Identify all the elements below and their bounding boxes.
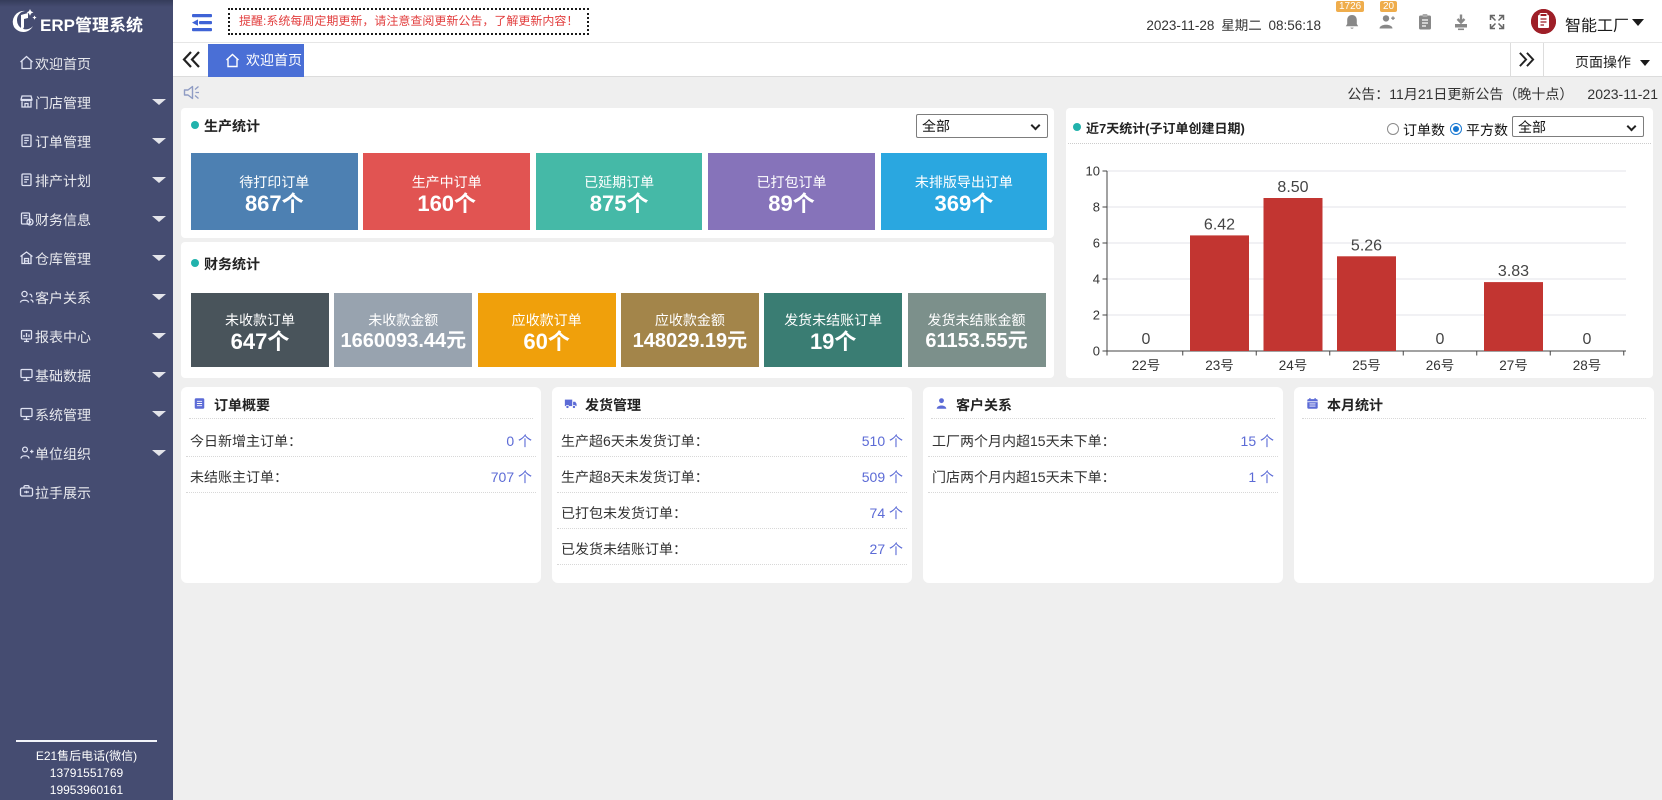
svg-text:2: 2	[1093, 308, 1100, 323]
svg-text:26号: 26号	[1426, 358, 1455, 373]
svg-text:8: 8	[1093, 200, 1100, 215]
svg-text:24号: 24号	[1279, 358, 1308, 373]
svg-text:23号: 23号	[1205, 358, 1234, 373]
svg-text:25号: 25号	[1352, 358, 1381, 373]
svg-text:28号: 28号	[1573, 358, 1602, 373]
svg-text:22号: 22号	[1132, 358, 1161, 373]
svg-text:0: 0	[1093, 344, 1100, 359]
svg-text:0: 0	[1142, 331, 1151, 348]
svg-text:4: 4	[1093, 272, 1100, 287]
svg-text:8.50: 8.50	[1277, 179, 1308, 196]
svg-text:27号: 27号	[1499, 358, 1528, 373]
svg-text:5.26: 5.26	[1351, 237, 1382, 254]
svg-text:0: 0	[1436, 331, 1445, 348]
svg-text:0: 0	[1583, 331, 1592, 348]
svg-text:6: 6	[1093, 236, 1100, 251]
svg-text:10: 10	[1086, 164, 1100, 179]
svg-text:6.42: 6.42	[1204, 216, 1235, 233]
svg-text:3.83: 3.83	[1498, 263, 1529, 280]
